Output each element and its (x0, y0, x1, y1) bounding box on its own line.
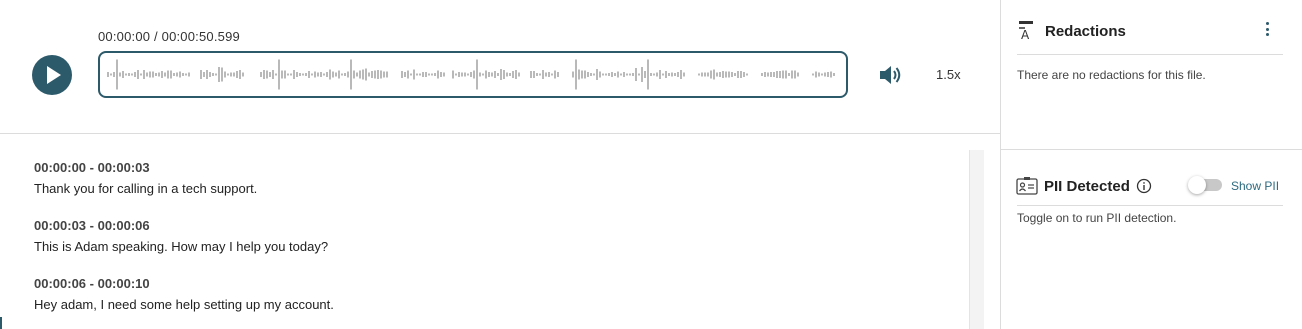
svg-text:A: A (1021, 28, 1030, 42)
show-pii-label[interactable]: Show PII (1231, 179, 1279, 193)
redaction-icon: A (1019, 21, 1033, 42)
transcript-segment[interactable]: 00:00:00 - 00:00:03 Thank you for callin… (34, 160, 257, 196)
transcript-segment[interactable]: 00:00:03 - 00:00:06 This is Adam speakin… (34, 218, 328, 254)
audio-transcript-pane: 00:00:00 / 00:00:50.599 1.5x 00:00:00 - … (0, 0, 1000, 329)
volume-button[interactable] (878, 64, 904, 86)
transcript-segment[interactable]: 00:00:06 - 00:00:10 Hey adam, I need som… (34, 276, 334, 312)
section-divider (1001, 149, 1302, 150)
segment-timestamp: 00:00:03 - 00:00:06 (34, 218, 150, 233)
segment-timestamp: 00:00:00 - 00:00:03 (34, 160, 150, 175)
volume-icon (880, 66, 901, 84)
playback-speed-button[interactable]: 1.5x (936, 67, 961, 82)
time-readout: 00:00:00 / 00:00:50.599 (98, 29, 240, 44)
segment-text: This is Adam speaking. How may I help yo… (34, 239, 329, 254)
waveform-graphic (107, 59, 835, 90)
redactions-title: Redactions (1045, 23, 1126, 40)
play-button[interactable] (32, 55, 72, 95)
side-panel (1000, 0, 1302, 329)
waveform-scrubber[interactable] (98, 51, 848, 98)
play-icon (47, 66, 61, 84)
show-pii-toggle[interactable] (1188, 176, 1222, 194)
segment-text: Thank you for calling in a tech support. (34, 181, 258, 196)
info-icon[interactable] (1136, 178, 1152, 194)
transcript-scrollbar[interactable] (969, 150, 984, 329)
pii-divider (1017, 205, 1283, 206)
id-card-icon (1016, 177, 1038, 195)
pii-title: PII Detected (1044, 178, 1130, 195)
pii-help-text: Toggle on to run PII detection. (1017, 211, 1177, 225)
toggle-knob (1188, 176, 1206, 194)
transcript-list: 00:00:00 - 00:00:03 Thank you for callin… (0, 134, 968, 329)
redactions-divider (1017, 54, 1283, 55)
audio-player: 00:00:00 / 00:00:50.599 1.5x (0, 0, 1000, 134)
segment-text: Hey adam, I need some help setting up my… (34, 297, 334, 312)
more-options-icon[interactable] (1262, 22, 1272, 38)
segment-timestamp: 00:00:06 - 00:00:10 (34, 276, 150, 291)
redactions-empty-message: There are no redactions for this file. (1017, 68, 1206, 82)
edge-marker (0, 317, 2, 329)
